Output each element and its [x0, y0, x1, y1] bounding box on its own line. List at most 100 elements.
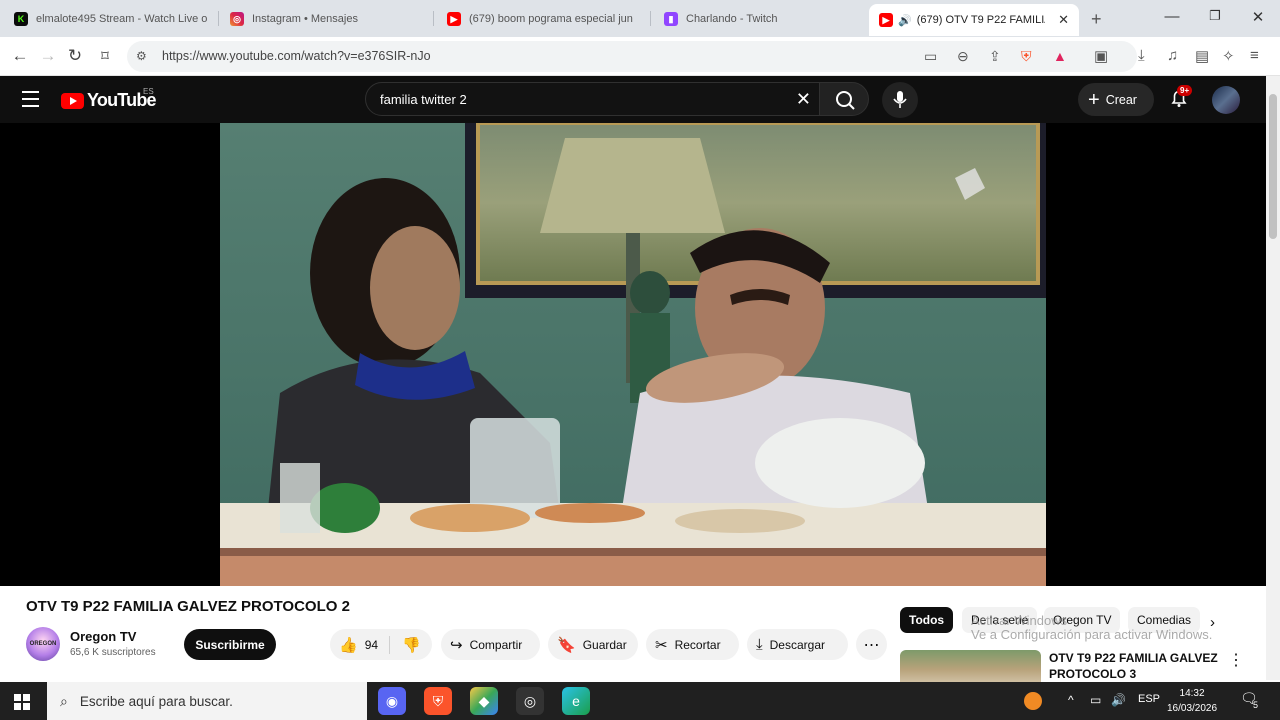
user-avatar[interactable] [1212, 86, 1240, 114]
tab-twitch[interactable]: ▮ Charlando - Twitch [664, 6, 854, 32]
create-label: Crear [1105, 92, 1137, 107]
taskbar-search-input[interactable]: ⌕ Escribe aquí para buscar. [47, 682, 367, 720]
leo-ai-icon[interactable]: ✧ [1222, 47, 1235, 65]
youtube-logo[interactable]: YouTube ES [61, 87, 157, 111]
back-icon[interactable]: ← [9, 45, 31, 67]
chip-all[interactable]: Todos [900, 607, 954, 633]
tab-title: elmalote495 Stream - Watch Live o [36, 13, 208, 25]
save-button[interactable]: 🔖 Guardar [548, 629, 638, 660]
youtube-play-icon [61, 92, 84, 109]
tab-divider [218, 11, 219, 26]
share-label: Compartir [469, 637, 523, 652]
thumbs-down-icon[interactable]: 👎 [390, 636, 421, 654]
clip-label: Recortar [674, 637, 721, 652]
windows-activation-watermark: Activar Windows Ve a Configuración para … [971, 613, 1213, 642]
share-button[interactable]: ↪ Compartir [441, 629, 540, 660]
channel-name[interactable]: Oregon TV [70, 629, 136, 644]
speaker-icon[interactable]: 🔊 [898, 14, 912, 27]
more-actions-button[interactable]: ⋯ [856, 629, 887, 660]
download-icon: ⤓ [756, 636, 763, 653]
channel-avatar[interactable]: OREGON [26, 627, 60, 661]
brave-rewards-icon[interactable]: ▲ [1053, 48, 1067, 64]
voice-search-button[interactable] [882, 82, 918, 118]
notification-badge: 9+ [1177, 85, 1193, 96]
system-clock[interactable]: 14:32 16/03/2026 [1167, 686, 1217, 716]
discord-icon[interactable]: ◉ [378, 687, 406, 715]
hamburger-menu-icon[interactable] [22, 91, 39, 112]
instagram-icon: ◎ [230, 12, 244, 26]
minimize-icon[interactable]: — [1162, 8, 1182, 25]
tab-instagram[interactable]: ◎ Instagram • Mensajes [230, 6, 420, 32]
menu-icon[interactable]: ≡ [1250, 47, 1259, 64]
page-scrollbar[interactable] [1266, 76, 1280, 680]
tab-divider [433, 11, 434, 26]
tray-expand-icon[interactable]: ^ [1068, 693, 1074, 707]
windows-start-icon[interactable] [14, 694, 30, 710]
downloads-icon[interactable]: ⤓ [1138, 47, 1145, 64]
bookmark-icon[interactable]: ⌑ [94, 45, 116, 67]
recommended-title[interactable]: OTV T9 P22 FAMILIA GALVEZ PROTOCOLO 3 [1049, 650, 1219, 682]
obs-icon[interactable]: ◎ [516, 687, 544, 715]
subscribe-button[interactable]: Suscribirme [184, 629, 276, 660]
scrollbar-thumb[interactable] [1269, 94, 1277, 239]
app-tray-orange-icon[interactable] [1024, 692, 1042, 710]
download-button[interactable]: ⤓ Descargar [747, 629, 848, 660]
restore-icon[interactable]: ❐ [1205, 8, 1225, 24]
clip-button[interactable]: ✂ Recortar [646, 629, 739, 660]
address-bar[interactable]: ⚙ https://www.youtube.com/watch?v=e376SI… [127, 41, 1137, 72]
search-button[interactable] [819, 82, 869, 116]
close-tab-icon[interactable]: ✕ [1058, 12, 1069, 28]
create-button[interactable]: + Crear [1078, 83, 1154, 116]
tab-youtube-boom[interactable]: ▶ (679) boom pograma especial jun [447, 6, 637, 32]
volume-icon[interactable]: 🔊 [1111, 693, 1126, 707]
share-arrow-icon: ↪ [450, 636, 463, 654]
video-frame [220, 123, 1046, 586]
reader-mode-icon[interactable]: ▣ [1094, 47, 1108, 65]
zoom-icon[interactable]: ⊖ [957, 48, 969, 65]
tab-kick[interactable]: K elmalote495 Stream - Watch Live o [14, 6, 210, 32]
app-stack-icon[interactable]: ◆ [470, 687, 498, 715]
tab-title: Charlando - Twitch [686, 13, 778, 25]
language-indicator[interactable]: ESP [1138, 693, 1160, 705]
tab-youtube-active[interactable]: ▶ 🔊 (679) OTV T9 P22 FAMILIA ✕ [869, 4, 1079, 36]
forward-icon[interactable]: → [37, 45, 59, 67]
network-icon[interactable]: ▭ [1090, 693, 1101, 707]
share-icon[interactable]: ⇪ [989, 48, 1001, 65]
search-input[interactable]: familia twitter 2 ✕ [365, 82, 820, 116]
clock-date: 16/03/2026 [1167, 703, 1218, 714]
tab-title: (679) boom pograma especial jun [469, 13, 633, 25]
wallet-icon[interactable]: ▤ [1195, 47, 1209, 65]
save-label: Guardar [582, 637, 627, 652]
clock-time: 14:32 [1179, 688, 1205, 699]
clear-search-icon[interactable]: ✕ [796, 89, 811, 110]
brave-browser-icon[interactable]: ⛨ [424, 687, 452, 715]
site-info-icon[interactable]: ⚙ [136, 49, 147, 63]
tab-divider [650, 11, 651, 26]
edge-icon[interactable]: e [562, 687, 590, 715]
youtube-icon: ▶ [879, 13, 893, 27]
search-query: familia twitter 2 [380, 92, 467, 107]
windows-taskbar: ⌕ Escribe aquí para buscar. ◉ ⛨ ◆ ◎ e ^ … [0, 682, 1280, 720]
video-title: OTV T9 P22 FAMILIA GALVEZ PROTOCOLO 2 [26, 598, 350, 615]
more-vertical-icon[interactable]: ⋮ [1228, 650, 1244, 670]
search-icon: ⌕ [60, 692, 68, 709]
media-icon[interactable]: ♫ [1167, 47, 1178, 64]
youtube-header: YouTube ES familia twitter 2 ✕ + Crear 9… [0, 76, 1266, 123]
recommended-thumbnail[interactable] [900, 650, 1041, 682]
browser-toolbar: ← → ↻ ⌑ ⚙ https://www.youtube.com/watch?… [0, 37, 1280, 76]
notifications-button[interactable]: 9+ [1168, 85, 1193, 114]
close-window-icon[interactable]: ✕ [1248, 8, 1268, 26]
bookmark-icon: 🔖 [557, 636, 576, 654]
taskbar-search-placeholder: Escribe aquí para buscar. [79, 693, 233, 709]
country-code: ES [143, 87, 154, 96]
subscriber-count: 65,6 K suscriptores [70, 647, 156, 658]
cast-icon[interactable]: ▭ [924, 48, 937, 65]
like-button[interactable]: 👍 94 [330, 635, 390, 654]
brave-shield-icon[interactable]: ⛨ [1021, 48, 1032, 65]
like-count: 94 [364, 637, 379, 652]
reload-icon[interactable]: ↻ [64, 45, 86, 67]
video-player[interactable] [220, 123, 1046, 586]
download-label: Descargar [769, 637, 825, 652]
youtube-icon: ▶ [447, 12, 461, 26]
new-tab-button[interactable]: + [1091, 9, 1102, 30]
